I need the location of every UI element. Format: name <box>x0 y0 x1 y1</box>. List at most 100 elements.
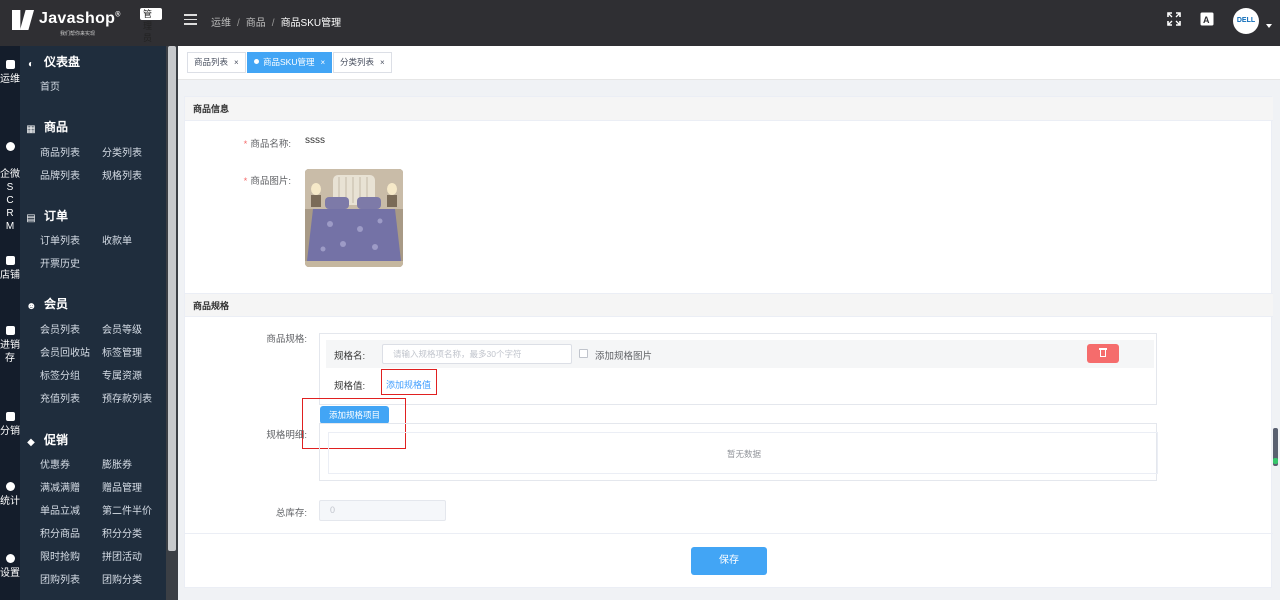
sidebar-group-order[interactable]: ▤ 订单 <box>26 206 68 226</box>
delete-spec-button[interactable] <box>1087 344 1119 363</box>
close-icon[interactable]: × <box>234 58 239 67</box>
spec-image-checkbox[interactable] <box>579 349 588 358</box>
sidebar-item-deposit-list[interactable]: 预存款列表 <box>102 392 152 408</box>
sidebar-item-member-list[interactable]: 会员列表 <box>40 323 80 339</box>
tabs-bar: 商品列表 × 商品SKU管理 × 分类列表 × <box>178 46 1280 80</box>
tag-icon: ◆ <box>27 437 35 448</box>
sidebar-item-second-half[interactable]: 第二件半价 <box>102 504 152 520</box>
sidebar-item-invoice-history[interactable]: 开票历史 <box>40 257 80 273</box>
sidebar-item-order-list[interactable]: 订单列表 <box>40 234 80 250</box>
highlight-box <box>381 369 437 395</box>
rail-item-scrm[interactable]: 企微 S C R M <box>0 129 20 246</box>
spec-detail-table: 暂无数据 <box>328 432 1158 474</box>
spec-name-input[interactable]: 请输入规格项名称，最多30个字符 <box>382 344 572 364</box>
total-stock-label: 总库存: <box>275 508 307 519</box>
empty-text: 暂无数据 <box>726 449 761 459</box>
logo-slogan: 我们帮你来实现 <box>60 31 96 37</box>
sidebar-item-instant-discount[interactable]: 单品立减 <box>40 504 80 520</box>
users-icon: ☻ <box>26 301 37 312</box>
fullscreen-icon[interactable] <box>1167 12 1181 26</box>
sidebar-item-coupon[interactable]: 优惠券 <box>40 458 70 474</box>
rail-item-distribution[interactable]: 分销 <box>0 412 20 438</box>
section-goods-info: 商品信息 <box>185 97 1273 121</box>
sidebar-item-group-buy-category[interactable]: 团购分类 <box>102 573 142 589</box>
footer-divider <box>185 533 1273 534</box>
ops-icon <box>5 60 15 69</box>
sidebar-item-points-goods[interactable]: 积分商品 <box>40 527 80 543</box>
save-button[interactable]: 保存 <box>691 547 767 575</box>
sidebar-item-category-list[interactable]: 分类列表 <box>102 146 142 162</box>
sidebar-item-exclusive-resource[interactable]: 专属资源 <box>102 369 142 385</box>
sidebar-item-group-buy-activity[interactable]: 拼团活动 <box>102 550 142 566</box>
tab-goods-list[interactable]: 商品列表 × <box>187 52 246 73</box>
goods-spec-label: 商品规格: <box>266 334 307 345</box>
tab-goods-sku[interactable]: 商品SKU管理 × <box>247 52 333 73</box>
breadcrumb-item-current: 商品SKU管理 <box>280 18 342 29</box>
sidebar-item-recharge-list[interactable]: 充值列表 <box>40 392 80 408</box>
sidebar-item-goods-list[interactable]: 商品列表 <box>40 146 80 162</box>
rail-item-stats[interactable]: 统计 <box>0 482 20 508</box>
sidebar-item-receipt[interactable]: 收款单 <box>102 234 132 250</box>
sidebar-item-gift-manage[interactable]: 赠品管理 <box>102 481 142 497</box>
breadcrumb-item-ops[interactable]: 运维 <box>211 18 231 29</box>
spec-value-label: 规格值: <box>334 381 366 392</box>
page-scrollbar[interactable] <box>1273 428 1278 466</box>
distribution-icon <box>5 412 15 421</box>
spec-name-label: 规格名: <box>334 351 366 362</box>
sidebar-group-goods[interactable]: ▦ 商品 <box>26 117 68 137</box>
goods-image-label: * 商品图片: <box>243 176 291 187</box>
goods-sku-form: 商品信息 * 商品名称: ssss * 商品图片: 商品规格 商品规格: 规格名: … <box>184 96 1273 588</box>
close-icon[interactable]: × <box>320 58 325 67</box>
breadcrumb-separator: / <box>237 18 240 29</box>
scrollbar-thumb[interactable] <box>168 46 176 551</box>
sidebar-item-member-level[interactable]: 会员等级 <box>102 323 142 339</box>
wechat-icon <box>5 142 15 151</box>
sidebar-item-points-category[interactable]: 积分分类 <box>102 527 142 543</box>
sidebar-item-full-discount[interactable]: 满减满赠 <box>40 481 80 497</box>
goods-image[interactable] <box>305 169 403 267</box>
spec-image-checkbox-label[interactable]: 添加规格图片 <box>595 348 652 362</box>
spec-item-box: 规格名: 请输入规格项名称，最多30个字符 添加规格图片 规格值: 添加规格值 <box>319 333 1157 405</box>
sidebar-item-flash-sale[interactable]: 限时抢购 <box>40 550 80 566</box>
total-stock-input[interactable]: 0 <box>319 500 446 521</box>
logo-text: Javashop® <box>39 10 121 27</box>
section-goods-spec: 商品规格 <box>185 293 1273 317</box>
breadcrumb-separator: / <box>271 18 275 29</box>
sidebar-item-member-recycle[interactable]: 会员回收站 <box>40 346 90 362</box>
grid-icon: ▦ <box>26 124 36 135</box>
rail-item-store[interactable]: 店铺 <box>0 256 20 282</box>
font-size-icon[interactable]: A <box>1200 12 1214 26</box>
tab-category-list[interactable]: 分类列表 × <box>333 52 392 73</box>
rail-item-settings[interactable]: 设置 <box>0 554 20 580</box>
rail-item-ops[interactable]: 运维 <box>0 60 20 86</box>
sidebar: ◐ 仪表盘 首页 ▦ 商品 商品列表 分类列表 品牌列表 规格列表 ▤ 订单 订单列表… <box>20 46 166 600</box>
avatar[interactable]: DELL <box>1233 8 1259 34</box>
menu-toggle-icon[interactable] <box>184 14 197 25</box>
breadcrumb: 运维 / 商品 / 商品SKU管理 <box>211 14 341 29</box>
sidebar-item-expand-coupon[interactable]: 膨胀券 <box>102 458 132 474</box>
sidebar-item-group-buy-list[interactable]: 团购列表 <box>40 573 80 589</box>
rail-item-inventory[interactable]: 进销存 <box>0 326 20 365</box>
active-dot-icon <box>254 59 259 64</box>
chevron-down-icon[interactable] <box>1266 24 1272 28</box>
svg-text:A: A <box>1203 15 1210 25</box>
top-bar: Javashop® 我们帮你来实现 管理员 运维 / 商品 / 商品SKU管理 A DE… <box>0 0 1280 46</box>
sidebar-item-brand-list[interactable]: 品牌列表 <box>40 169 80 185</box>
stats-icon <box>5 482 15 491</box>
logo[interactable]: Javashop® 我们帮你来实现 管理员 <box>12 8 162 43</box>
sidebar-item-home[interactable]: 首页 <box>40 80 60 96</box>
breadcrumb-item-goods[interactable]: 商品 <box>246 18 266 29</box>
sidebar-item-tag-group[interactable]: 标签分组 <box>40 369 80 385</box>
sidebar-item-spec-list[interactable]: 规格列表 <box>102 169 142 185</box>
logo-mark-slash-icon <box>20 10 34 30</box>
sidebar-scrollbar[interactable] <box>166 46 178 600</box>
sidebar-group-dashboard[interactable]: ◐ 仪表盘 <box>26 52 80 72</box>
sidebar-group-promo[interactable]: ◆ 促销 <box>26 430 68 450</box>
sidebar-item-tag-manage[interactable]: 标签管理 <box>102 346 142 362</box>
dashboard-icon: ◐ <box>27 59 35 70</box>
close-icon[interactable]: × <box>380 58 385 67</box>
sidebar-group-member[interactable]: ☻ 会员 <box>26 294 68 314</box>
spec-detail-panel: 暂无数据 <box>319 423 1158 481</box>
store-icon <box>5 256 15 265</box>
spec-detail-label: 规格明细: <box>266 430 307 441</box>
